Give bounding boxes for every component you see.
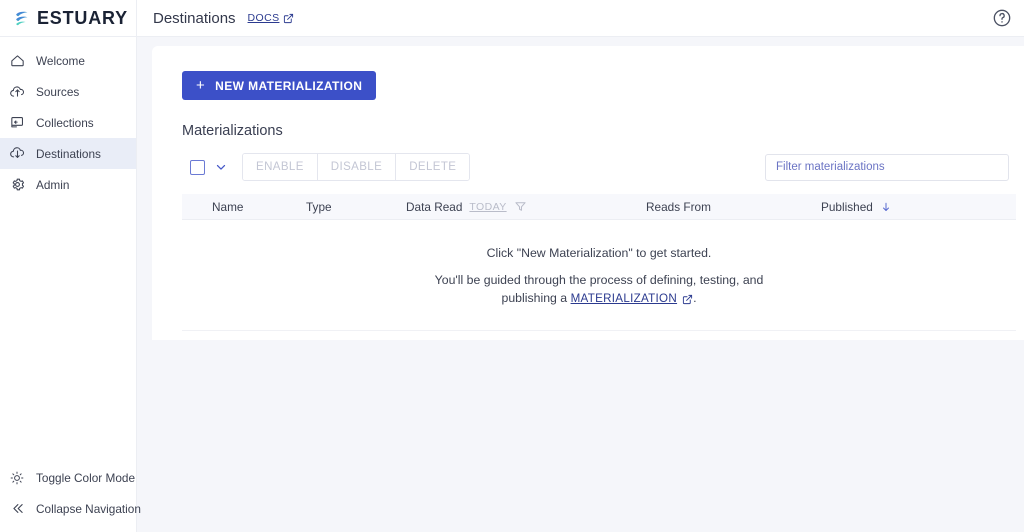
materializations-card: + NEW MATERIALIZATION Materializations E…	[152, 46, 1024, 340]
main-content: + NEW MATERIALIZATION Materializations E…	[137, 37, 1024, 532]
app-root: ESTUARY Destinations DOCS Welcome Source…	[0, 0, 1024, 532]
chevron-down-icon[interactable]	[214, 160, 228, 174]
column-header-type-label: Type	[306, 199, 332, 214]
column-header-name[interactable]: Name	[188, 200, 306, 214]
sidebar-item-label: Sources	[36, 84, 80, 99]
chevron-double-left-icon	[8, 500, 26, 518]
section-title: Materializations	[182, 123, 283, 139]
external-link-icon	[284, 13, 294, 23]
collapse-navigation-label: Collapse Navigation	[36, 501, 141, 516]
table-header-row: Name Type Data Read TODAY Reads From Pub…	[182, 194, 1016, 220]
column-header-type[interactable]: Type	[306, 200, 406, 214]
toggle-color-mode-label: Toggle Color Mode	[36, 470, 136, 485]
docs-link[interactable]: DOCS	[248, 12, 295, 24]
page-title: Destinations	[153, 9, 236, 27]
column-header-reads-from[interactable]: Reads From	[646, 200, 821, 214]
filter-materializations-input[interactable]	[765, 153, 1009, 181]
sidebar-item-label: Destinations	[36, 146, 101, 161]
collapse-navigation-button[interactable]: Collapse Navigation	[0, 493, 141, 524]
data-read-range-chip[interactable]: TODAY	[469, 201, 506, 213]
new-materialization-button[interactable]: + NEW MATERIALIZATION	[182, 71, 377, 100]
help-circle-icon[interactable]	[992, 8, 1012, 28]
home-icon	[8, 52, 26, 70]
empty-state-line-2-suffix: .	[693, 290, 697, 305]
sidebar-item-label: Welcome	[36, 53, 85, 68]
top-bar: ESTUARY Destinations DOCS	[0, 0, 1024, 37]
select-all-checkbox[interactable]	[190, 159, 205, 175]
enable-button[interactable]: ENABLE	[243, 154, 317, 180]
empty-state-line-2-prefix: You'll be guided through the process of …	[434, 273, 764, 287]
plus-icon: +	[196, 77, 206, 94]
column-header-data-read[interactable]: Data Read TODAY	[406, 200, 646, 214]
empty-state: Click "New Materialization" to get start…	[182, 220, 1016, 331]
body-row: Welcome Sources Collections Destinations…	[0, 37, 1024, 532]
column-header-published[interactable]: Published	[821, 200, 1010, 214]
sidebar-item-welcome[interactable]: Welcome	[0, 45, 136, 76]
external-link-icon	[682, 294, 693, 304]
empty-state-line-2: You'll be guided through the process of …	[182, 272, 1016, 308]
arrow-down-icon	[882, 202, 889, 211]
top-bar-content: Destinations DOCS	[137, 0, 1024, 36]
materializations-table: Name Type Data Read TODAY Reads From Pub…	[182, 194, 1016, 331]
sidebar: Welcome Sources Collections Destinations…	[0, 37, 141, 532]
brand-name: ESTUARY	[37, 7, 128, 28]
sidebar-item-destinations[interactable]: Destinations	[0, 138, 136, 169]
gear-icon	[8, 176, 26, 194]
column-header-published-label: Published	[821, 199, 873, 214]
column-header-data-read-label: Data Read	[406, 199, 463, 214]
empty-state-line-2-middle: publishing a	[501, 290, 568, 305]
materialization-doc-link[interactable]: MATERIALIZATION	[571, 291, 694, 308]
column-header-reads-from-label: Reads From	[646, 199, 711, 214]
brand-logo[interactable]: ESTUARY	[0, 0, 137, 36]
sidebar-item-sources[interactable]: Sources	[0, 76, 136, 107]
new-materialization-label: NEW MATERIALIZATION	[215, 78, 363, 93]
disable-button[interactable]: DISABLE	[316, 154, 396, 180]
selection-controls	[182, 159, 228, 175]
collections-icon	[8, 114, 26, 132]
column-header-name-label: Name	[212, 199, 244, 214]
toggle-color-mode-button[interactable]: Toggle Color Mode	[0, 462, 136, 493]
cloud-download-icon	[8, 145, 26, 163]
materialization-doc-link-label: MATERIALIZATION	[570, 291, 678, 305]
bulk-actions-group: ENABLE DISABLE DELETE	[242, 153, 471, 181]
delete-button[interactable]: DELETE	[395, 154, 470, 180]
sidebar-item-label: Admin	[36, 177, 70, 192]
empty-state-line-1: Click "New Materialization" to get start…	[486, 246, 712, 260]
sidebar-bottom-section: Toggle Color Mode Collapse Navigation	[0, 462, 141, 532]
sidebar-item-collections[interactable]: Collections	[0, 107, 136, 138]
sidebar-item-admin[interactable]: Admin	[0, 169, 136, 200]
estuary-logo-icon	[14, 9, 33, 28]
sun-icon	[8, 469, 26, 487]
cloud-upload-icon	[8, 83, 26, 101]
materializations-toolbar: ENABLE DISABLE DELETE	[182, 153, 1016, 181]
docs-link-label: DOCS	[247, 12, 280, 24]
sidebar-item-label: Collections	[36, 115, 94, 130]
funnel-icon[interactable]	[514, 200, 527, 213]
